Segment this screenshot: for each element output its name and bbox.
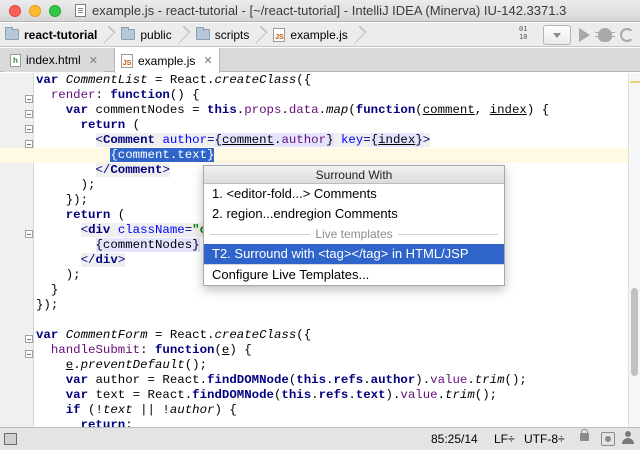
caret-position[interactable]: 85:25/14 [431,432,478,446]
file-encoding[interactable]: UTF-8÷ [524,432,565,446]
code-line: if (!text || !author) { [65,403,237,417]
breadcrumb-separator [178,23,185,47]
person-icon[interactable] [622,431,634,445]
code-line: handleSubmit: function(e) { [50,343,252,357]
html-file-icon: h [10,53,21,67]
js-file-icon: JS [121,53,133,68]
breadcrumb-separator [255,23,262,47]
code-line-current: {comment.text} [0,148,640,163]
vertical-scrollbar[interactable] [628,73,640,427]
fold-marker[interactable] [25,110,33,118]
breadcrumb-project[interactable]: react-tutorial [0,23,116,47]
code-line: var commentNodes = this.props.data.map(f… [65,103,550,117]
code-line: return ( [80,118,141,132]
popup-item-surround-tag[interactable]: T2. Surround with <tag></tag> in HTML/JS… [204,244,504,264]
code-line: var text = React.findDOMNode(this.refs.t… [65,388,498,402]
build-icon[interactable] [519,26,535,43]
fold-marker[interactable] [25,95,33,103]
code-line: }); [36,298,59,312]
git-icon[interactable] [601,432,615,446]
title-bar: example.js - react-tutorial - [~/react-t… [0,0,640,22]
tab-label: index.html [26,53,81,67]
folder-icon [5,27,19,40]
folder-icon [121,27,136,40]
fold-marker[interactable] [25,140,33,148]
breadcrumb-separator [103,23,110,47]
toolbar-actions [519,25,634,45]
minimize-window-button[interactable] [29,4,41,17]
popup-item-editor-fold[interactable]: 1. <editor-fold...> Comments [204,184,504,204]
window-title: example.js - react-tutorial - [~/react-t… [92,3,567,18]
breadcrumb-label: public [140,27,172,42]
fold-marker[interactable] [25,230,33,238]
breadcrumb-scripts[interactable]: scripts [191,23,269,47]
code-line: render: function() { [50,88,200,102]
fold-marker[interactable] [25,335,33,343]
code-line: var author = React.findDOMNode(this.refs… [65,373,527,387]
popup-item-region[interactable]: 2. region...endregion Comments [204,204,504,224]
navigation-bar: react-tutorial public scripts JS example… [0,23,640,47]
window-controls [9,4,61,17]
breadcrumb-label: scripts [214,27,250,42]
popup-separator-label: Live templates [310,227,398,241]
code-line: return; [80,418,133,427]
chevron-down-icon [553,32,561,38]
scrollbar-thumb[interactable] [631,288,638,376]
breadcrumb-public[interactable]: public [116,23,190,47]
status-bar: 85:25/14 LF÷ UTF-8÷ [0,427,640,450]
tab-example-js[interactable]: JS example.js ✕ [114,48,220,73]
code-line: e.preventDefault(); [65,358,208,372]
debug-icon[interactable] [595,28,615,42]
popup-separator: Live templates [204,224,504,244]
tool-windows-icon[interactable] [4,433,17,445]
code-line: <Comment author={comment.author} key={in… [95,133,431,147]
editor-gutter[interactable] [0,73,34,427]
popup-title: Surround With [204,166,504,184]
breadcrumb-label: react-tutorial [24,27,98,42]
close-icon[interactable]: ✕ [203,54,212,67]
editor-tab-bar: h index.html ✕ JS example.js ✕ [0,48,640,73]
fold-marker[interactable] [25,350,33,358]
run-configuration-dropdown[interactable] [543,25,571,45]
fold-marker[interactable] [25,125,33,133]
zoom-window-button[interactable] [49,4,61,17]
run-icon[interactable] [579,28,590,42]
line-separator[interactable]: LF÷ [494,432,515,446]
error-stripe-marker[interactable] [630,81,640,83]
lock-icon[interactable] [580,429,589,441]
folder-icon [195,27,210,40]
surround-with-popup: Surround With 1. <editor-fold...> Commen… [203,165,505,286]
code-line: var CommentList = React.createClass({ [36,73,312,87]
rerun-icon[interactable] [620,28,634,42]
file-icon [75,4,86,17]
popup-item-configure[interactable]: Configure Live Templates... [204,265,504,285]
close-icon[interactable]: ✕ [89,54,98,67]
code-line: var CommentForm = React.createClass({ [36,328,312,342]
js-file-icon: JS [273,27,286,42]
breadcrumb-label: example.js [290,27,348,42]
breadcrumb-file[interactable]: JS example.js [268,23,366,47]
tab-index-html[interactable]: h index.html ✕ [4,48,104,72]
close-window-button[interactable] [9,4,21,17]
tab-label: example.js [138,53,196,68]
breadcrumb-separator [354,23,361,47]
